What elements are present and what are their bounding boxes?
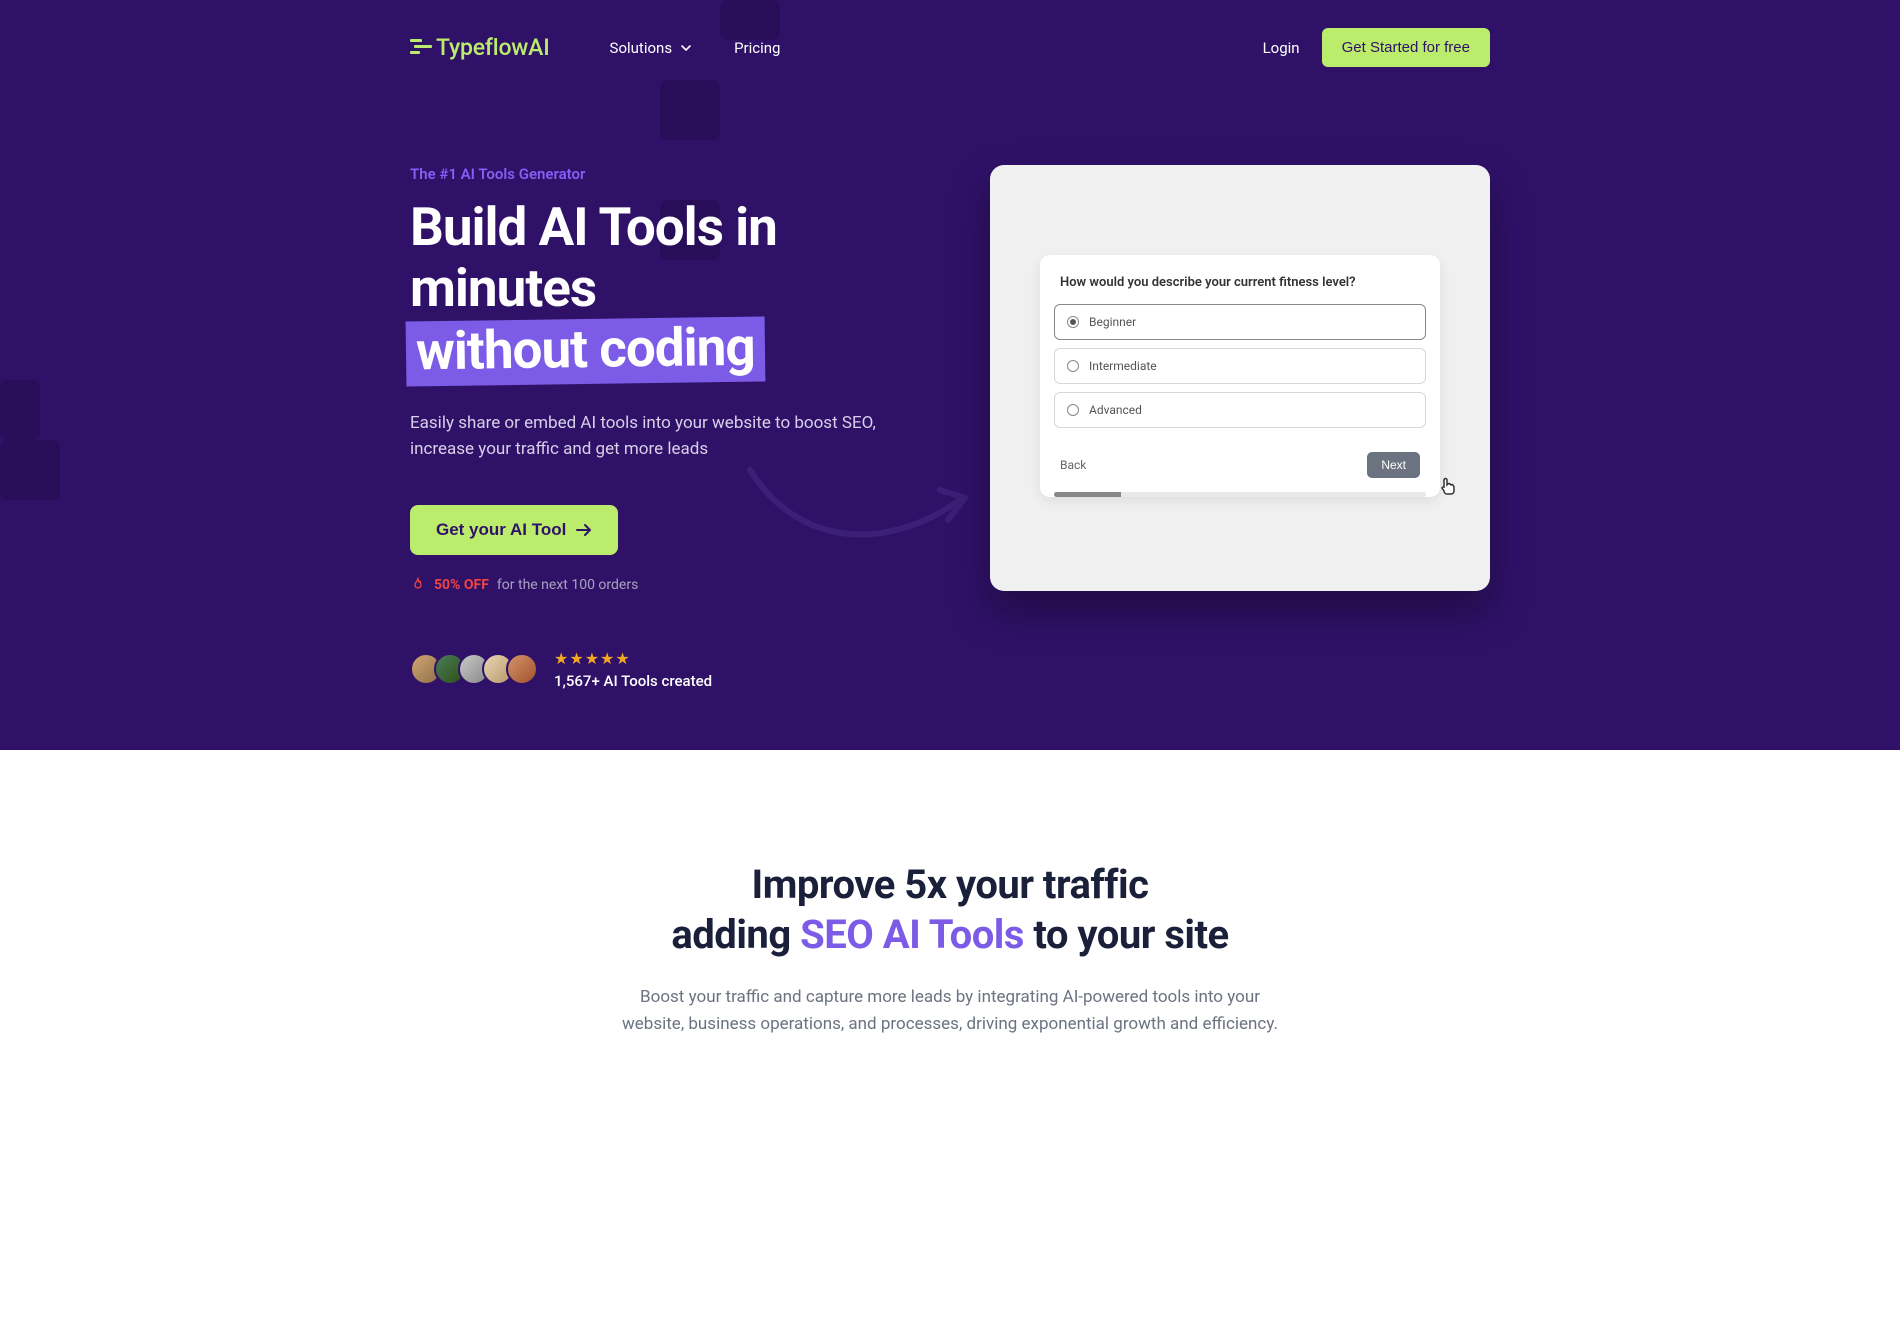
demo-preview-card: How would you describe your current fitn… bbox=[990, 165, 1490, 591]
curve-arrow-icon bbox=[740, 460, 980, 560]
nav-pricing[interactable]: Pricing bbox=[734, 39, 780, 57]
promo-banner: 50% OFF for the next 100 orders bbox=[410, 577, 910, 593]
hero-eyebrow: The #1 AI Tools Generator bbox=[410, 165, 910, 183]
progress-bar bbox=[1054, 492, 1426, 497]
nav-solutions[interactable]: Solutions bbox=[610, 39, 693, 57]
decor-block bbox=[0, 380, 40, 440]
arrow-right-icon bbox=[576, 523, 592, 537]
promo-discount: 50% OFF bbox=[434, 577, 489, 593]
flame-icon bbox=[410, 577, 426, 593]
get-your-ai-tool-button[interactable]: Get your AI Tool bbox=[410, 505, 618, 555]
get-started-button[interactable]: Get Started for free bbox=[1322, 28, 1490, 67]
question-text: How would you describe your current fitn… bbox=[1040, 275, 1440, 304]
option-label: Advanced bbox=[1089, 403, 1142, 417]
radio-selected-icon bbox=[1067, 316, 1079, 328]
avatar bbox=[506, 653, 538, 685]
hero-title-highlight: without coding bbox=[406, 316, 766, 386]
hero-title: Build AI Tools in minutes without coding bbox=[410, 197, 910, 384]
section2-description: Boost your traffic and capture more lead… bbox=[620, 984, 1280, 1038]
radio-icon bbox=[1067, 360, 1079, 372]
chevron-down-icon bbox=[680, 42, 692, 54]
option-label: Beginner bbox=[1089, 315, 1136, 329]
decor-block bbox=[0, 440, 60, 500]
option-advanced[interactable]: Advanced bbox=[1054, 392, 1426, 428]
tools-created-count: 1,567+ AI Tools created bbox=[554, 672, 712, 690]
navbar: TypeflowAI Solutions Pricing Login Get S… bbox=[410, 0, 1490, 95]
form-card: How would you describe your current fitn… bbox=[1040, 255, 1440, 497]
traffic-section: Improve 5x your traffic adding SEO AI To… bbox=[0, 750, 1900, 1098]
hero-section: TypeflowAI Solutions Pricing Login Get S… bbox=[0, 0, 1900, 750]
option-intermediate[interactable]: Intermediate bbox=[1054, 348, 1426, 384]
nav-solutions-label: Solutions bbox=[610, 39, 673, 57]
radio-icon bbox=[1067, 404, 1079, 416]
logo-text: TypeflowAI bbox=[436, 34, 550, 61]
option-beginner[interactable]: Beginner bbox=[1054, 304, 1426, 340]
hero-description: Easily share or embed AI tools into your… bbox=[410, 410, 910, 463]
progress-fill bbox=[1054, 492, 1121, 497]
section2-title-line2a: adding bbox=[671, 911, 800, 958]
star-rating-icon: ★★★★★ bbox=[554, 649, 712, 668]
hero-title-line1: Build AI Tools in bbox=[410, 196, 777, 258]
section2-title-line2c: to your site bbox=[1024, 911, 1229, 958]
logo-icon bbox=[410, 39, 428, 57]
hero-title-line2a: minutes bbox=[410, 257, 596, 319]
promo-text: for the next 100 orders bbox=[497, 577, 638, 593]
social-proof: ★★★★★ 1,567+ AI Tools created bbox=[410, 649, 910, 690]
logo[interactable]: TypeflowAI bbox=[410, 34, 550, 61]
option-label: Intermediate bbox=[1089, 359, 1157, 373]
nav-pricing-label: Pricing bbox=[734, 39, 780, 57]
section2-title: Improve 5x your traffic adding SEO AI To… bbox=[60, 860, 1840, 960]
next-button[interactable]: Next bbox=[1367, 452, 1420, 478]
back-button[interactable]: Back bbox=[1060, 458, 1086, 472]
hero-cta-label: Get your AI Tool bbox=[436, 520, 566, 540]
login-link[interactable]: Login bbox=[1263, 39, 1300, 57]
avatar-group bbox=[410, 653, 538, 685]
section2-title-line1: Improve 5x your traffic bbox=[752, 861, 1149, 908]
section2-highlight: SEO AI Tools bbox=[800, 911, 1024, 958]
